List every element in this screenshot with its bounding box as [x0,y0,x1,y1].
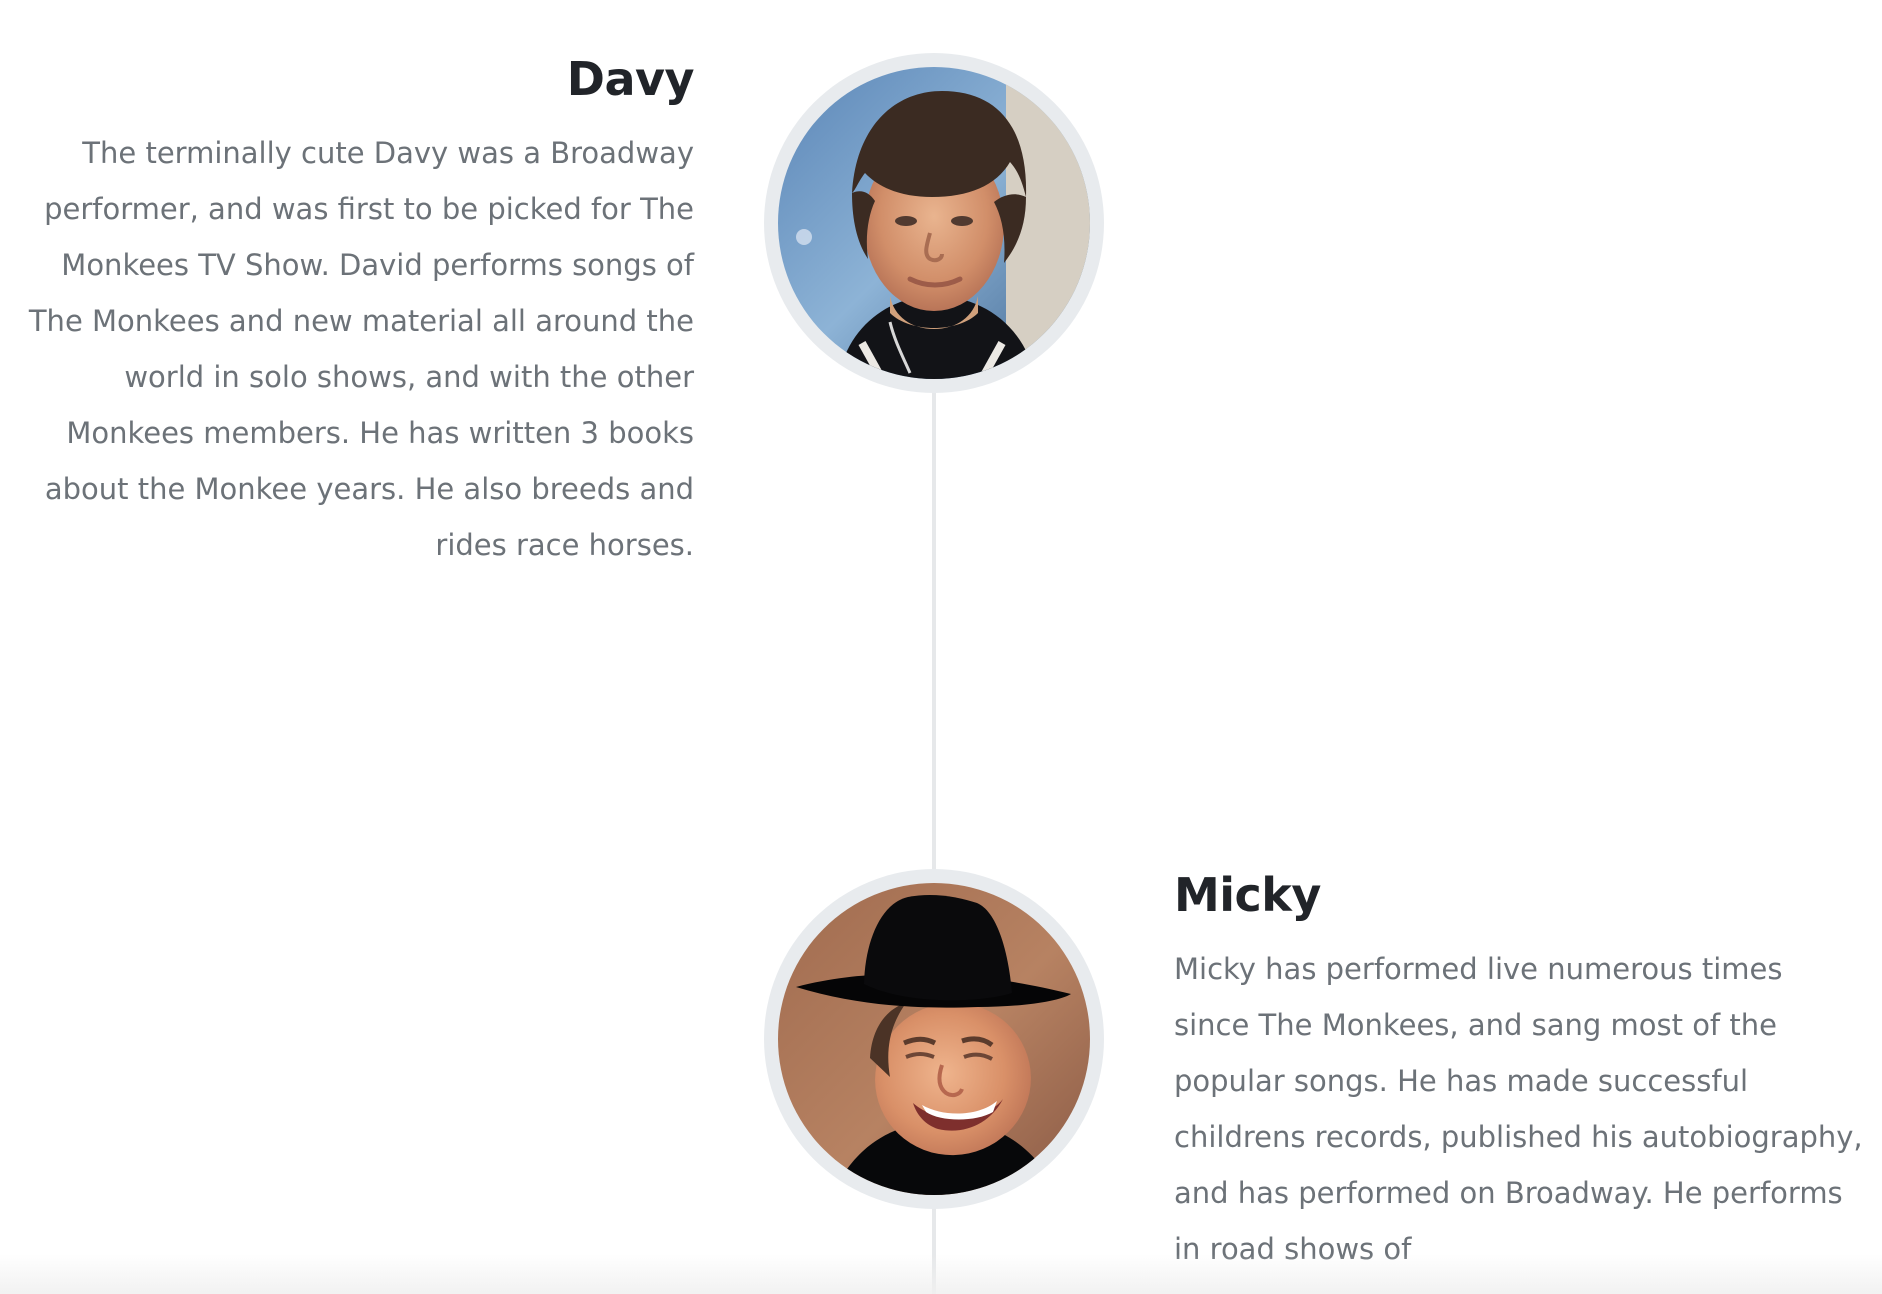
timeline-page: Davy The terminally cute Davy was a Broa… [0,0,1882,1294]
avatar-davy [764,53,1104,393]
member-bio-davy: The terminally cute Davy was a Broadway … [28,136,694,562]
member-name-davy: Davy [566,52,695,106]
portrait-micky [778,883,1090,1195]
avatar-micky [764,869,1104,1209]
member-name-micky: Micky [1174,868,1321,922]
portrait-micky-image [778,883,1090,1195]
bottom-fade [0,1254,1882,1294]
portrait-davy [778,67,1090,379]
member-bio-micky: Micky has performed live numerous times … [1174,952,1863,1266]
portrait-davy-image [778,67,1090,379]
